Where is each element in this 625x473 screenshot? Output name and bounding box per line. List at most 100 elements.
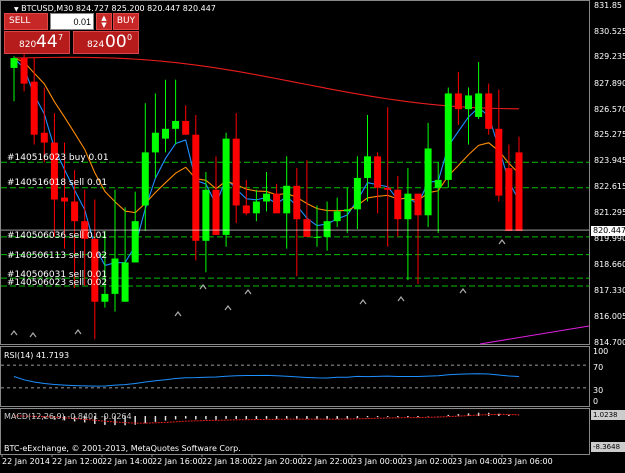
trade-arrow-icon [74,329,82,335]
trade-arrow-icon [498,239,506,245]
time-axis-label: 23 Jan 02:00 [402,457,453,466]
candle-body [414,193,422,216]
candle-body [232,138,240,206]
candle-body [323,221,331,237]
candle-body [394,189,402,220]
candle-body [475,93,483,118]
macd-axis-low: -8.3648 [591,442,625,452]
order-label[interactable]: #140506023 sell 0.02 [7,278,107,289]
candle-body [61,197,68,202]
candle-body [101,293,109,302]
candle-body [141,152,149,206]
sell-button[interactable]: SELL [4,13,48,30]
buy-price-sup: 0 [127,33,133,42]
candle-body [263,193,270,202]
copyright-text: BTC-eExchange, © 2001-2013, MetaQuotes S… [4,444,241,453]
candle-body [374,156,382,188]
candle-body [364,156,371,178]
candle-body [384,187,392,190]
candle-body [303,219,311,237]
macd-label: MACD(12,26,9) -0.8401 -0.0264 [4,412,132,421]
macd-axis-high: 1.0238 [591,410,625,420]
order-label[interactable]: #140506113 sell 0.02 [7,251,107,262]
trade-arrow-icon [10,330,18,336]
candle-body [20,58,28,84]
candle-body [404,193,412,220]
one-click-trading-panel: SELL ▲▼ BUY 820 44 7 824 00 0 [4,12,139,54]
lot-stepper[interactable]: ▲ ▼ [96,13,112,30]
trade-arrow-icon [174,311,182,317]
trade-arrow-icon [224,305,232,311]
time-axis-label: 22 Jan 22:00 [302,457,353,466]
candle-body [10,58,18,68]
order-label[interactable]: #140506036 sell 0.01 [7,231,107,242]
trade-arrow-icon [359,299,367,305]
current-price-tag: 820.447 [591,226,625,236]
sell-price-sup: 7 [58,33,64,42]
candle-body [151,132,159,153]
price-axis-label: 816.005 [594,312,625,322]
candle-body [283,185,291,214]
candle-body [515,152,523,231]
rsi-level-100: 100 [593,347,609,356]
price-axis-label: 814.700 [594,338,625,347]
candle-body [465,95,472,110]
rsi-label: RSI(14) 41.7193 [4,351,70,360]
candle-body [131,221,139,263]
rsi-line [13,373,520,387]
sell-price-button[interactable]: 820 44 7 [4,31,70,54]
rsi-indicator [1,364,589,389]
candle-body [202,189,210,241]
candle-body [30,81,38,135]
candle-body [71,201,79,222]
candle-body [333,211,341,222]
candle-body [495,128,503,196]
candle-body [485,93,493,129]
order-label[interactable]: #140516018 sell 0.01 [7,178,107,189]
candle-body [353,177,361,210]
candles [10,54,523,340]
trade-arrow-icon [459,288,467,294]
candle-body [172,120,180,129]
candle-body [40,132,48,143]
candle-body [252,201,260,214]
time-axis-label: 23 Jan 00:00 [352,457,403,466]
time-axis-label: 22 Jan 16:00 [152,457,203,466]
rsi-level-0: 0 [593,397,599,406]
candle-body [313,236,321,238]
price-axis-label: 817.330 [594,286,625,296]
buy-price-prefix: 824 [87,40,105,50]
buy-price-button[interactable]: 824 00 0 [73,31,139,54]
sell-price-prefix: 820 [19,40,37,50]
trade-arrow-icon [29,332,37,338]
candle-body [454,93,462,110]
chart-window[interactable]: ▼ BTCUSD,M30 824.727 825.200 820.447 820… [0,0,625,469]
price-axis-label: 830.525 [594,27,625,37]
price-axis-label: 818.660 [594,260,625,270]
ma-longterm-line [479,325,590,345]
price-axis-label: 825.275 [594,130,625,140]
price-axis-label: 829.235 [594,52,625,62]
candle-body [343,209,351,212]
candle-body [242,205,250,214]
sell-price-big: 44 [36,32,58,52]
price-axis-label: 827.890 [594,78,625,88]
moving-averages [13,56,590,345]
time-axis-label: 23 Jan 04:00 [452,457,503,466]
candle-body [212,189,220,235]
trade-arrow-icon [397,296,405,302]
lot-down-icon[interactable]: ▼ [97,22,111,29]
time-axis-label: 22 Jan 12:00 [52,457,103,466]
buy-button[interactable]: BUY [113,13,139,30]
lot-size-input[interactable] [50,13,94,30]
candle-body [50,142,58,200]
time-axis-label: 22 Jan 18:00 [202,457,253,466]
candle-body [121,262,129,302]
price-axis-label: 823.945 [594,156,625,166]
trade-arrow-icon [244,289,252,295]
order-label[interactable]: #140516023 buy 0.01 [7,153,109,164]
time-axis-label: 23 Jan 06:00 [502,457,553,466]
time-axis-label: 22 Jan 20:00 [252,457,303,466]
price-axis-label: 822.615 [594,182,625,192]
buy-price-big: 00 [105,32,127,52]
